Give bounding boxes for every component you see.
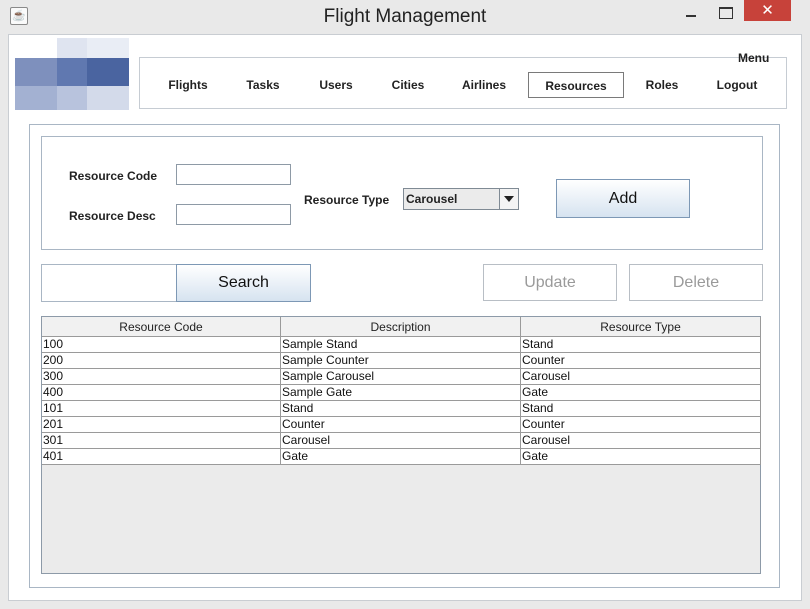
table-cell[interactable]: 400 [42,385,281,401]
resource-type-label: Resource Type [304,193,390,207]
resource-code-input[interactable] [176,164,291,185]
table-cell[interactable]: Sample Stand [281,337,521,353]
update-button[interactable]: Update [483,264,617,301]
menu-item-cities[interactable]: Cities [382,72,434,98]
table-cell[interactable]: Carousel [521,433,761,449]
table-cell[interactable]: Gate [521,449,761,465]
resource-type-value[interactable]: Carousel [404,189,499,209]
search-button[interactable]: Search [176,264,311,302]
menu-item-resources[interactable]: Resources [528,72,624,98]
table-cell[interactable]: Stand [281,401,521,417]
table-cell[interactable]: 101 [42,401,281,417]
table-cell[interactable]: Carousel [281,433,521,449]
table-cell[interactable]: 201 [42,417,281,433]
resource-desc-label: Resource Desc [69,209,156,223]
menu-item-users[interactable]: Users [310,72,362,98]
add-button[interactable]: Add [556,179,690,218]
table-cell[interactable]: Sample Carousel [281,369,521,385]
table-cell[interactable]: 300 [42,369,281,385]
table-cell[interactable]: Stand [521,337,761,353]
table-cell[interactable]: Counter [521,353,761,369]
column-header-resource-type[interactable]: Resource Type [521,317,761,337]
column-header-description[interactable]: Description [281,317,521,337]
close-button[interactable]: ✕ [744,0,791,21]
table-cell[interactable]: 301 [42,433,281,449]
resource-desc-input[interactable] [176,204,291,225]
search-input[interactable] [41,264,177,302]
table-cell[interactable]: 401 [42,449,281,465]
table-cell[interactable]: Counter [521,417,761,433]
table-cell[interactable]: 100 [42,337,281,353]
table-cell[interactable]: Gate [281,449,521,465]
menu-label: Menu [738,51,770,65]
menu-item-flights[interactable]: Flights [160,72,216,98]
menu-item-roles[interactable]: Roles [636,72,688,98]
app-logo [15,38,129,110]
table-cell[interactable]: 200 [42,353,281,369]
chevron-down-icon[interactable] [499,189,518,209]
delete-button[interactable]: Delete [629,264,763,301]
maximize-button[interactable] [710,0,740,26]
table-cell[interactable]: Gate [521,385,761,401]
table-cell[interactable]: Carousel [521,369,761,385]
resource-code-label: Resource Code [69,169,158,183]
menu-item-logout[interactable]: Logout [706,72,768,98]
menu-item-airlines[interactable]: Airlines [452,72,516,98]
table-cell[interactable]: Counter [281,417,521,433]
table-cell[interactable]: Stand [521,401,761,417]
minimize-button[interactable] [676,0,706,26]
table-cell[interactable]: Sample Gate [281,385,521,401]
menu-item-tasks[interactable]: Tasks [236,72,290,98]
table-cell[interactable]: Sample Counter [281,353,521,369]
column-header-resource-code[interactable]: Resource Code [42,317,281,337]
